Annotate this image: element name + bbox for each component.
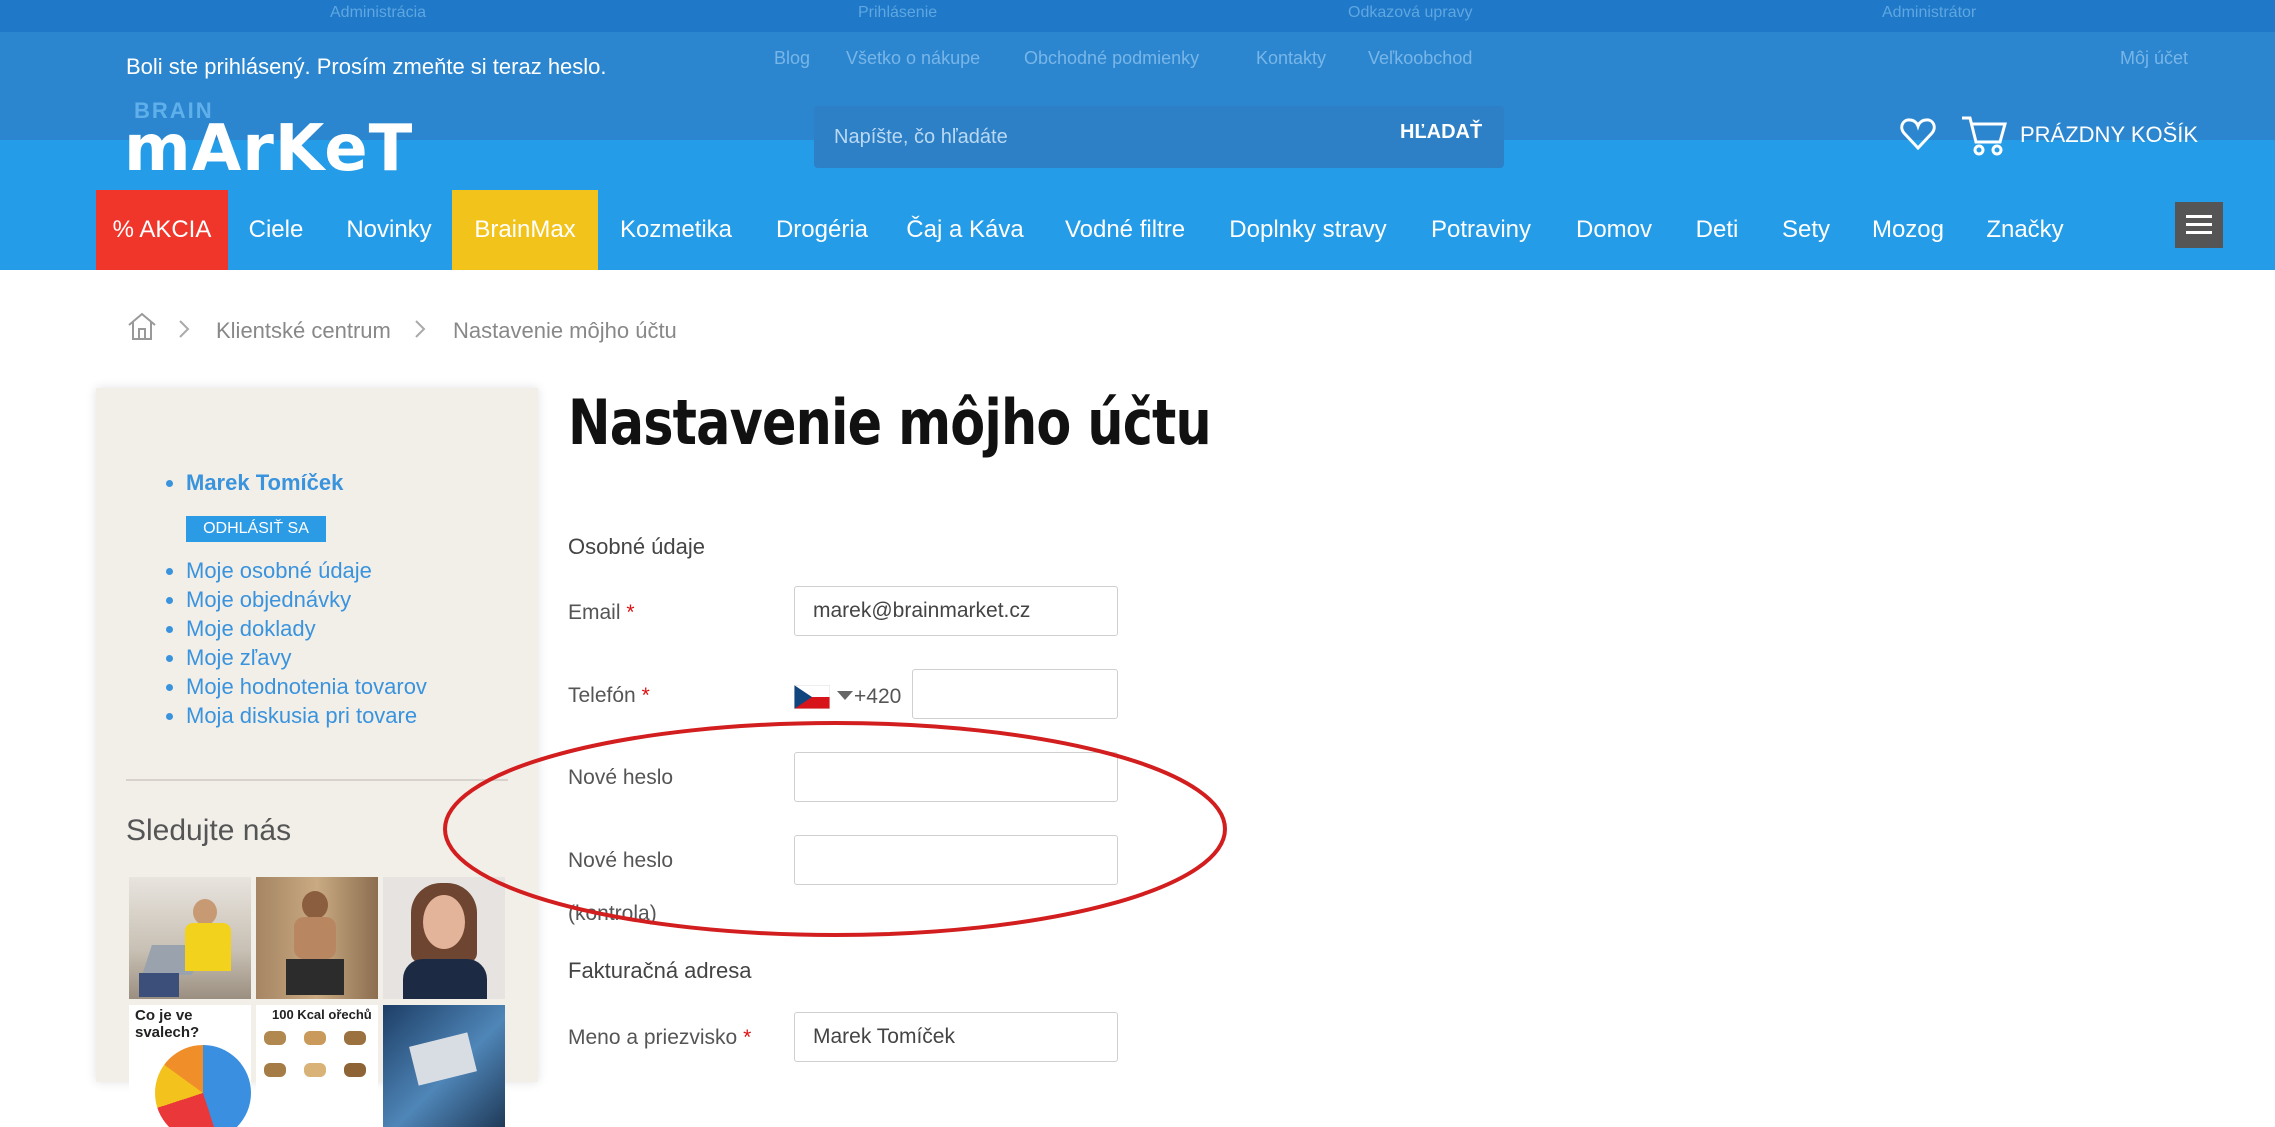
nav-item-ciele[interactable]: Ciele [230,190,322,270]
list-bullet [166,568,173,575]
heart-icon[interactable] [1896,112,1940,156]
cart-label[interactable]: PRÁZDNY KOŠÍK [2020,122,2198,148]
name-field[interactable] [794,1012,1118,1062]
nav-item-domov[interactable]: Domov [1564,190,1664,270]
email-label: Email * [568,601,635,624]
required-mark: * [641,684,650,707]
user-name[interactable]: Marek Tomíček [186,470,343,496]
top-strip-link[interactable]: Odkazová upravy [1348,4,1473,22]
nav-item-vodne-filtre[interactable]: Vodné filtre [1050,190,1200,270]
social-thumbnail[interactable]: Co je ve svalech? [129,1005,251,1127]
required-mark: * [743,1026,752,1049]
search-input[interactable] [832,118,1316,156]
logo[interactable]: mArKeT [124,112,413,186]
nav-item-mozog[interactable]: Mozog [1858,190,1958,270]
nav-item-drogeria[interactable]: Drogéria [760,190,884,270]
thumbnail-caption: Co je ve svalech? [135,1007,200,1041]
list-bullet [166,684,173,691]
nav-item-doplnky[interactable]: Doplnky stravy [1218,190,1398,270]
follow-title: Sledujte nás [126,814,292,847]
top-strip-link[interactable]: Administrácia [330,4,426,22]
nav-item-caj-kava[interactable]: Čaj a Káva [896,190,1034,270]
sidebar-link-osobne-udaje[interactable]: Moje osobné údaje [186,558,372,584]
social-thumbnail[interactable]: 100 Kcal ořechů [256,1005,378,1127]
home-icon[interactable] [126,310,158,342]
util-link-podmienky[interactable]: Obchodné podmienky [1024,48,1199,69]
nav-item-potraviny[interactable]: Potraviny [1418,190,1544,270]
social-thumbnail[interactable] [256,877,378,999]
util-link-nakup[interactable]: Všetko o nákupe [846,48,980,69]
util-link-kontakty[interactable]: Kontakty [1256,48,1326,69]
annotation-ellipse [443,721,1227,937]
chevron-right-icon [179,320,190,338]
sidebar-link-zlavy[interactable]: Moje zľavy [186,645,291,671]
nav-item-akcia[interactable]: % AKCIA [96,190,228,270]
top-strip-link[interactable]: Prihlásenie [858,4,937,22]
chevron-right-icon [415,320,426,338]
nav-item-novinky[interactable]: Novinky [326,190,452,270]
thumbnail-caption: 100 Kcal ořechů [272,1007,372,1022]
list-bullet [166,480,173,487]
top-strip-link[interactable]: Administrátor [1882,4,1976,22]
password-change-notice: Boli ste prihlásený. Prosím zmeňte si te… [126,54,607,79]
nav-item-znacky[interactable]: Značky [1974,190,2076,270]
list-bullet [166,713,173,720]
cart-icon[interactable] [1960,112,2008,158]
phone-field[interactable] [912,669,1118,719]
required-mark: * [626,601,635,624]
caret-down-icon[interactable] [836,690,854,702]
name-label: Meno a priezvisko * [568,1026,752,1049]
sidebar-link-objednavky[interactable]: Moje objednávky [186,587,351,613]
section-title-personal: Osobné údaje [568,534,705,559]
sidebar-link-hodnotenia[interactable]: Moje hodnotenia tovarov [186,674,427,700]
phone-label: Telefón * [568,684,650,707]
nav-item-brainmax[interactable]: BrainMax [452,190,598,270]
logout-button[interactable]: ODHLÁSIŤ SA [186,516,326,542]
list-bullet [166,626,173,633]
breadcrumb-item-klientske-centrum[interactable]: Klientské centrum [216,318,391,344]
sidebar-link-doklady[interactable]: Moje doklady [186,616,316,642]
my-account-link[interactable]: Môj účet [2120,48,2188,69]
social-thumbnail[interactable] [129,877,251,999]
hamburger-icon[interactable] [2175,202,2223,248]
nav-item-kozmetika[interactable]: Kozmetika [604,190,748,270]
util-link-velkoobchod[interactable]: Veľkoobchod [1368,48,1472,69]
sidebar-link-diskusia[interactable]: Moja diskusia pri tovare [186,703,417,729]
nav-item-deti[interactable]: Deti [1680,190,1754,270]
search-button[interactable]: HĽADAŤ [1394,120,1488,145]
list-bullet [166,655,173,662]
phone-prefix: +420 [854,685,902,708]
email-field[interactable] [794,586,1118,636]
page-title: Nastavenie môjho účtu [568,386,1212,459]
util-link-blog[interactable]: Blog [774,48,810,69]
social-thumbnail[interactable] [383,1005,505,1127]
nav-item-sety[interactable]: Sety [1770,190,1842,270]
breadcrumb-item-current: Nastavenie môjho účtu [453,318,677,343]
main-nav: % AKCIA Ciele Novinky BrainMax Kozmetika… [0,190,2275,270]
section-title-billing: Fakturačná adresa [568,958,752,983]
flag-cz-icon[interactable] [794,685,830,709]
search-box: HĽADAŤ [814,106,1504,168]
list-bullet [166,597,173,604]
